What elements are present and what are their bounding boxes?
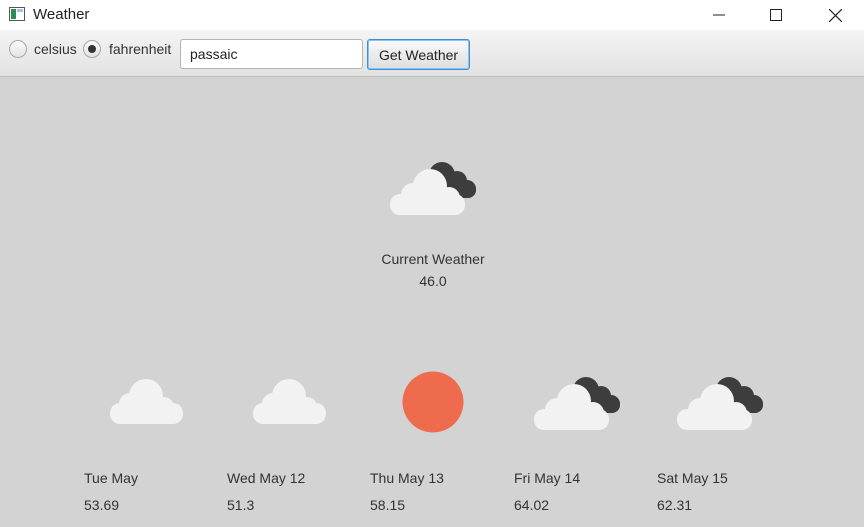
cloud-icon: [110, 379, 183, 424]
current-weather-value: 46.0: [419, 273, 447, 289]
city-input[interactable]: [180, 39, 363, 69]
forecast-day-2: Wed May 12: [227, 470, 306, 486]
forecast-temp-2: 51.3: [227, 497, 255, 513]
forecast-temp-4: 64.02: [514, 497, 550, 513]
close-button[interactable]: [812, 0, 858, 30]
fahrenheit-label[interactable]: fahrenheit: [109, 41, 171, 57]
celsius-label[interactable]: celsius: [34, 41, 77, 57]
close-icon: [828, 8, 842, 22]
partly-cloudy-icon: [677, 377, 763, 430]
forecast-temp-3: 58.15: [370, 497, 406, 513]
forecast-day-3: Thu May 13: [370, 470, 444, 486]
celsius-radio[interactable]: [9, 40, 27, 58]
window-title: Weather: [33, 6, 90, 23]
radio-selected-dot: [88, 45, 96, 53]
forecast-day-1: Tue May: [84, 470, 138, 486]
app-window-icon: [9, 7, 25, 21]
minimize-icon: [713, 14, 725, 16]
cloud-icon: [253, 379, 326, 424]
partly-cloudy-icon: [390, 162, 476, 215]
forecast-temp-1: 53.69: [84, 497, 120, 513]
sun-icon: [402, 371, 464, 433]
maximize-button[interactable]: [753, 0, 799, 30]
fahrenheit-radio[interactable]: [83, 40, 101, 58]
maximize-icon: [770, 9, 782, 21]
title-bar: Weather: [0, 0, 864, 30]
partly-cloudy-icon: [534, 377, 620, 430]
forecast-day-5: Sat May 15: [657, 470, 728, 486]
forecast-day-4: Fri May 14: [514, 470, 581, 486]
toolbar: celsius fahrenheit Get Weather: [0, 30, 864, 77]
get-weather-button[interactable]: Get Weather: [367, 39, 470, 70]
current-weather-label: Current Weather: [381, 251, 485, 267]
forecast-temp-5: 62.31: [657, 497, 693, 513]
minimize-button[interactable]: [696, 0, 742, 30]
